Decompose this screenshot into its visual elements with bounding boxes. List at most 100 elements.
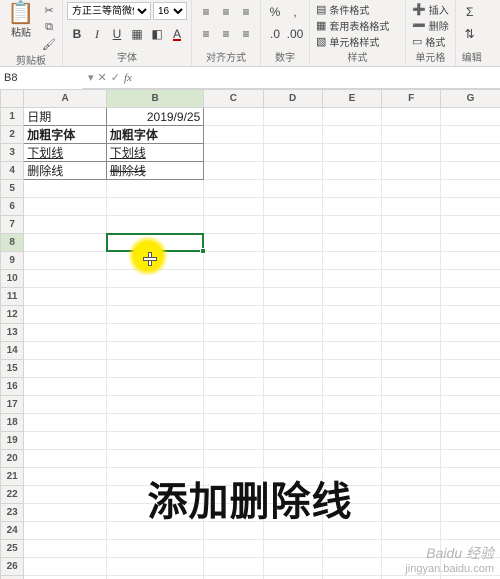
cell-F21[interactable]	[382, 468, 441, 486]
cell-E25[interactable]	[322, 540, 381, 558]
cell-F27[interactable]	[382, 576, 441, 579]
cell-B17[interactable]	[106, 396, 203, 414]
row-header-23[interactable]: 23	[1, 504, 24, 522]
col-header-D[interactable]: D	[263, 90, 322, 108]
cell-C24[interactable]	[204, 522, 263, 540]
cell-F12[interactable]	[382, 306, 441, 324]
cell-D14[interactable]	[263, 342, 322, 360]
formula-input[interactable]	[138, 72, 500, 84]
cell-B9[interactable]	[106, 252, 203, 270]
col-header-A[interactable]: A	[24, 90, 107, 108]
cell-F14[interactable]	[382, 342, 441, 360]
row-header-9[interactable]: 9	[1, 252, 24, 270]
cell-F8[interactable]	[382, 234, 441, 252]
cell-D26[interactable]	[263, 558, 322, 576]
fx-icon[interactable]: fx	[124, 72, 132, 84]
fill-color-button[interactable]: ◧	[147, 24, 167, 44]
cell-F2[interactable]	[382, 126, 441, 144]
cell-C23[interactable]	[204, 504, 263, 522]
cell-F23[interactable]	[382, 504, 441, 522]
cell-A6[interactable]	[24, 198, 107, 216]
cell-F20[interactable]	[382, 450, 441, 468]
cell-E4[interactable]	[322, 162, 381, 180]
cell-A19[interactable]	[24, 432, 107, 450]
row-header-4[interactable]: 4	[1, 162, 24, 180]
cell-B12[interactable]	[106, 306, 203, 324]
cell-D11[interactable]	[263, 288, 322, 306]
col-header-C[interactable]: C	[204, 90, 263, 108]
cell-F4[interactable]	[382, 162, 441, 180]
cell-D8[interactable]	[263, 234, 322, 252]
cell-F19[interactable]	[382, 432, 441, 450]
cell-E18[interactable]	[322, 414, 381, 432]
row-header-10[interactable]: 10	[1, 270, 24, 288]
cell-E14[interactable]	[322, 342, 381, 360]
cell-D7[interactable]	[263, 216, 322, 234]
cell-E21[interactable]	[322, 468, 381, 486]
cell-D19[interactable]	[263, 432, 322, 450]
cell-F5[interactable]	[382, 180, 441, 198]
cell-B25[interactable]	[106, 540, 203, 558]
row-header-17[interactable]: 17	[1, 396, 24, 414]
cell-E6[interactable]	[322, 198, 381, 216]
cell-D10[interactable]	[263, 270, 322, 288]
cell-E2[interactable]	[322, 126, 381, 144]
cell-C22[interactable]	[204, 486, 263, 504]
inc-decimal-button[interactable]: .0	[265, 24, 285, 44]
cell-B3[interactable]: 下划线	[106, 144, 203, 162]
cell-C26[interactable]	[204, 558, 263, 576]
cell-A12[interactable]	[24, 306, 107, 324]
cell-F25[interactable]	[382, 540, 441, 558]
cell-E7[interactable]	[322, 216, 381, 234]
cell-G18[interactable]	[441, 414, 500, 432]
cell-A10[interactable]	[24, 270, 107, 288]
select-all-corner[interactable]	[1, 90, 24, 108]
cell-D2[interactable]	[263, 126, 322, 144]
col-header-G[interactable]: G	[441, 90, 500, 108]
cell-C11[interactable]	[204, 288, 263, 306]
cell-A2[interactable]: 加粗字体	[24, 126, 107, 144]
cell-F13[interactable]	[382, 324, 441, 342]
cell-B13[interactable]	[106, 324, 203, 342]
cell-D27[interactable]	[263, 576, 322, 579]
cell-F26[interactable]	[382, 558, 441, 576]
row-header-20[interactable]: 20	[1, 450, 24, 468]
cell-F9[interactable]	[382, 252, 441, 270]
cell-E10[interactable]	[322, 270, 381, 288]
cell-D22[interactable]	[263, 486, 322, 504]
autosum-button[interactable]: Σ	[460, 2, 480, 22]
cell-E19[interactable]	[322, 432, 381, 450]
cell-C15[interactable]	[204, 360, 263, 378]
format-painter-button[interactable]: 🖌	[40, 36, 58, 52]
cell-D6[interactable]	[263, 198, 322, 216]
row-header-27[interactable]: 27	[1, 576, 24, 579]
cell-G12[interactable]	[441, 306, 500, 324]
cell-F6[interactable]	[382, 198, 441, 216]
cell-C5[interactable]	[204, 180, 263, 198]
enter-icon[interactable]: ✓	[111, 71, 120, 84]
cell-A5[interactable]	[24, 180, 107, 198]
comma-button[interactable]: ,	[285, 2, 305, 22]
cell-G17[interactable]	[441, 396, 500, 414]
cell-D24[interactable]	[263, 522, 322, 540]
cell-G5[interactable]	[441, 180, 500, 198]
cell-B15[interactable]	[106, 360, 203, 378]
row-header-24[interactable]: 24	[1, 522, 24, 540]
cell-E24[interactable]	[322, 522, 381, 540]
cell-F16[interactable]	[382, 378, 441, 396]
cell-C6[interactable]	[204, 198, 263, 216]
cell-A7[interactable]	[24, 216, 107, 234]
copy-button[interactable]: ⧉	[40, 19, 58, 35]
row-header-18[interactable]: 18	[1, 414, 24, 432]
cell-A24[interactable]	[24, 522, 107, 540]
cell-C10[interactable]	[204, 270, 263, 288]
cell-D3[interactable]	[263, 144, 322, 162]
cell-D20[interactable]	[263, 450, 322, 468]
cell-B24[interactable]	[106, 522, 203, 540]
cell-C21[interactable]	[204, 468, 263, 486]
cell-C17[interactable]	[204, 396, 263, 414]
align-bottom-button[interactable]: ≡	[236, 2, 256, 22]
cell-E26[interactable]	[322, 558, 381, 576]
cell-E13[interactable]	[322, 324, 381, 342]
row-header-5[interactable]: 5	[1, 180, 24, 198]
